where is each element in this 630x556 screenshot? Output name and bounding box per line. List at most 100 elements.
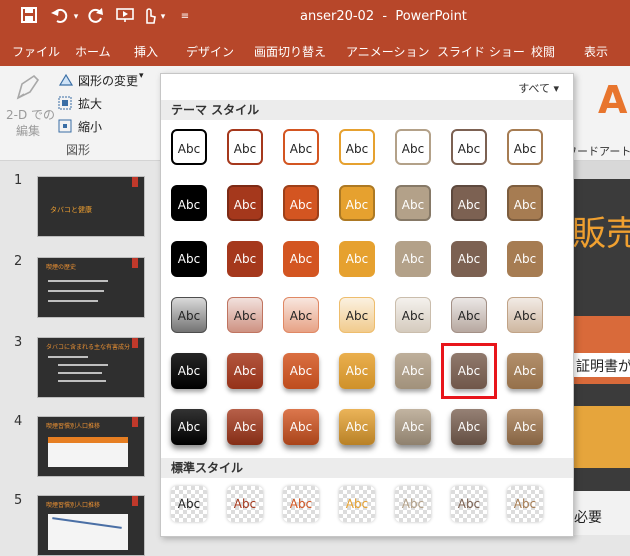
standard-style-cell[interactable]: Abc	[171, 486, 207, 522]
theme-style-cell[interactable]: Abc	[339, 297, 375, 333]
theme-style-cell[interactable]: Abc	[283, 409, 319, 445]
enlarge-button[interactable]: 拡大	[78, 95, 102, 112]
theme-style-cell[interactable]: Abc	[227, 185, 263, 221]
touch-dropdown-icon[interactable]: ▾	[158, 7, 168, 27]
gallery-filter-dropdown[interactable]: すべて ▾	[518, 80, 559, 96]
tab-insert[interactable]: 挿入	[134, 43, 158, 60]
theme-style-cell[interactable]: Abc	[395, 353, 431, 389]
shrink-icon	[58, 118, 72, 137]
theme-style-cell[interactable]: Abc	[507, 185, 543, 221]
theme-style-cell[interactable]: Abc	[339, 353, 375, 389]
theme-style-cell[interactable]: Abc	[451, 129, 487, 165]
slide-number: 1	[14, 173, 23, 188]
present-from-start-icon[interactable]	[114, 7, 136, 27]
theme-style-cell[interactable]: Abc	[451, 241, 487, 277]
standard-style-cell[interactable]: Abc	[227, 486, 263, 522]
theme-style-cell[interactable]: Abc	[339, 241, 375, 277]
theme-style-cell[interactable]: Abc	[283, 297, 319, 333]
theme-style-cell[interactable]: Abc	[507, 297, 543, 333]
slide-number: 4	[14, 414, 23, 429]
shrink-button[interactable]: 縮小	[78, 118, 102, 135]
ribbon-group-shape-label: 図形	[66, 143, 91, 157]
theme-style-cell[interactable]: Abc	[227, 241, 263, 277]
slide-thumbnail-3[interactable]: タバコに含まれる主な有害成分	[37, 337, 145, 398]
customize-toolbar-icon[interactable]: ≡	[178, 7, 192, 27]
theme-style-cell[interactable]: Abc	[395, 297, 431, 333]
shape-styles-gallery: すべて ▾ テーマ スタイル 標準スタイル Abc Abc Abc Abc Abc Abc…	[160, 73, 574, 537]
window-title: anser20-02 - PowerPoint	[300, 9, 467, 24]
standard-style-cell[interactable]: Abc	[339, 486, 375, 522]
slide-editing-area[interactable]: 販売 証明書が 必要	[572, 161, 630, 535]
touch-mode-icon[interactable]	[140, 7, 158, 27]
standard-style-cell[interactable]: Abc	[507, 486, 543, 522]
change-shape-icon	[58, 72, 74, 91]
tab-home[interactable]: ホーム	[75, 43, 111, 60]
slide-thumbnail-1[interactable]: タバコと健康	[37, 176, 145, 237]
theme-style-cell[interactable]: Abc	[171, 353, 207, 389]
edit-2d-label[interactable]: 2-D での	[6, 106, 55, 123]
theme-style-cell[interactable]: Abc	[283, 241, 319, 277]
tab-slideshow[interactable]: スライド ショー	[437, 43, 525, 60]
ribbon-tabs: ファイル ホーム 挿入 デザイン 画面切り替え アニメーション スライド ショー…	[0, 34, 630, 66]
theme-style-cell[interactable]: Abc	[227, 409, 263, 445]
theme-style-cell[interactable]: Abc	[283, 185, 319, 221]
theme-style-cell[interactable]: Abc	[395, 185, 431, 221]
standard-style-cell[interactable]: Abc	[395, 486, 431, 522]
redo-icon[interactable]	[86, 7, 106, 27]
tab-design[interactable]: デザイン	[186, 43, 234, 60]
theme-style-cell[interactable]: Abc	[395, 409, 431, 445]
theme-style-cell[interactable]: Abc	[171, 409, 207, 445]
theme-style-cell[interactable]: Abc	[227, 129, 263, 165]
theme-style-cell[interactable]: Abc	[451, 185, 487, 221]
slide-yellow-shape	[572, 406, 630, 468]
slide-number: 3	[14, 335, 23, 350]
slide-thumbnail-2[interactable]: 喫煙の歴史	[37, 257, 145, 318]
theme-style-cell[interactable]: Abc	[171, 241, 207, 277]
title-bar: ▾ ▾ ≡ anser20-02 - PowerPoint	[0, 0, 630, 34]
theme-style-cell[interactable]: Abc	[283, 129, 319, 165]
theme-style-cell[interactable]: Abc	[451, 409, 487, 445]
slide-thumbnail-5[interactable]: 喫煙習慣別人口推移	[37, 495, 145, 556]
selected-style-highlight	[441, 343, 497, 399]
theme-style-cell[interactable]: Abc	[395, 129, 431, 165]
standard-style-cell[interactable]: Abc	[451, 486, 487, 522]
standard-style-cell[interactable]: Abc	[283, 486, 319, 522]
theme-style-cell[interactable]: Abc	[451, 297, 487, 333]
theme-style-cell[interactable]: Abc	[227, 297, 263, 333]
save-icon[interactable]	[18, 7, 40, 27]
wordart-group-label: ワードアートの	[566, 145, 630, 158]
tab-transitions[interactable]: 画面切り替え	[254, 43, 326, 60]
theme-style-cell[interactable]: Abc	[227, 353, 263, 389]
theme-style-cell[interactable]: Abc	[339, 409, 375, 445]
tab-animations[interactable]: アニメーション	[346, 43, 430, 60]
theme-style-cell[interactable]: Abc	[507, 409, 543, 445]
slide-number: 5	[14, 493, 23, 508]
edit-2d-icon	[14, 72, 42, 106]
theme-style-cell[interactable]: Abc	[339, 185, 375, 221]
theme-style-cell[interactable]: Abc	[507, 241, 543, 277]
theme-style-cell[interactable]: Abc	[507, 129, 543, 165]
slide-title: タバコに含まれる主な有害成分	[46, 344, 131, 351]
slide-thumbnail-4[interactable]: 喫煙習慣別人口推移	[37, 416, 145, 477]
slide-number: 2	[14, 254, 23, 269]
theme-styles-header: テーマ スタイル	[161, 100, 573, 120]
theme-style-cell[interactable]: Abc	[339, 129, 375, 165]
tab-view[interactable]: 表示	[584, 43, 608, 60]
undo-icon[interactable]	[50, 7, 70, 27]
tab-review[interactable]: 校閲	[531, 43, 555, 60]
theme-style-cell[interactable]: Abc	[171, 129, 207, 165]
theme-style-cell[interactable]: Abc	[283, 353, 319, 389]
theme-style-cell[interactable]: Abc	[171, 297, 207, 333]
wordart-preview-icon[interactable]: A	[598, 78, 627, 122]
theme-style-cell[interactable]: Abc	[395, 241, 431, 277]
change-shape-button[interactable]: 図形の変更	[78, 72, 138, 89]
slide-text-line: 証明書が	[576, 359, 630, 375]
undo-dropdown-icon[interactable]: ▾	[70, 7, 82, 27]
slide-title: 喫煙習慣別人口推移	[46, 502, 101, 509]
change-shape-dropdown-icon[interactable]: ▾	[139, 71, 144, 81]
tab-file[interactable]: ファイル	[12, 43, 60, 60]
theme-style-cell[interactable]: Abc	[507, 353, 543, 389]
theme-style-cell[interactable]: Abc	[171, 185, 207, 221]
slide-title: 喫煙習慣別人口推移	[46, 423, 101, 430]
enlarge-icon	[58, 95, 72, 114]
